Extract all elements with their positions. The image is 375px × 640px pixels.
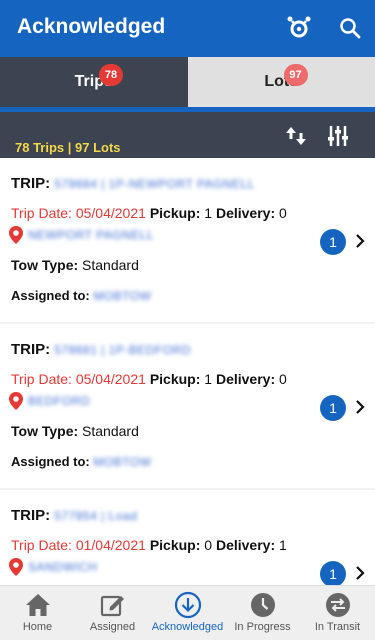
location-name: BEDFORD [28, 394, 91, 408]
nav-home-label: Home [22, 621, 53, 633]
tow-type-line: Tow Type: Standard [11, 423, 139, 439]
location-pin-icon [9, 392, 23, 410]
location-pin-icon [9, 558, 23, 576]
assigned-label: Assigned to: [11, 454, 90, 469]
trip-date-line: Trip Date: 05/04/2021 Pickup: 1 Delivery… [11, 371, 287, 387]
nav-acknowledged[interactable]: Acknowledged [150, 586, 225, 640]
delivery-value: 0 [279, 371, 287, 387]
pickup-value: 1 [204, 205, 213, 221]
trip-id-line: TRIP: 578684 | 1P-NEWPORT PAGNELL [11, 175, 255, 192]
trip-date-label: Trip Date: [11, 205, 72, 221]
tab-trips-badge: 78 [99, 64, 123, 86]
chevron-right-icon[interactable] [354, 399, 366, 415]
tow-type-line: Tow Type: Standard [11, 257, 139, 273]
assigned-value: MOBTOW [93, 289, 152, 303]
delivery-label: Delivery: [215, 371, 276, 387]
chevron-right-icon[interactable] [354, 233, 366, 249]
trip-date-label: Trip Date: [11, 371, 72, 387]
search-icon[interactable] [335, 13, 365, 43]
nav-assigned-label: Assigned [89, 621, 136, 633]
summary-count: 78 Trips | 97 Lots [15, 140, 121, 155]
tow-type-label: Tow Type: [11, 257, 79, 273]
swap-icon [325, 592, 351, 618]
nav-acknowledged-label: Acknowledged [151, 621, 224, 633]
trip-label: TRIP: [11, 507, 51, 524]
lot-count-badge: 1 [320, 229, 346, 255]
delivery-label: Delivery: [215, 205, 276, 221]
nav-in-transit-label: In Transit [314, 621, 361, 633]
nav-in-progress[interactable]: In Progress [225, 586, 300, 640]
bottom-nav: Home Assigned Acknowledged In Progress I… [0, 585, 375, 640]
tow-type-value: Standard [82, 423, 139, 439]
trip-label: TRIP: [11, 341, 51, 358]
trip-date-label: Trip Date: [11, 537, 72, 553]
pickup-label: Pickup: [149, 205, 201, 221]
trip-date-value: 05/04/2021 [75, 371, 146, 387]
location-line: BEDFORD [9, 392, 90, 410]
filter-sliders-icon[interactable] [325, 123, 351, 149]
trip-date-value: 05/04/2021 [75, 205, 146, 221]
home-icon [25, 592, 51, 618]
sort-icon[interactable] [283, 123, 309, 149]
nav-home[interactable]: Home [0, 586, 75, 640]
tow-type-value: Standard [82, 257, 139, 273]
page-title: Acknowledged [17, 15, 166, 38]
nav-in-transit[interactable]: In Transit [300, 586, 375, 640]
tab-lots[interactable]: Lots 97 [187, 57, 375, 112]
assigned-line: Assigned to: MOBTOW [11, 454, 151, 469]
trip-date-value: 01/04/2021 [75, 537, 146, 553]
nav-assigned[interactable]: Assigned [75, 586, 150, 640]
tab-trips[interactable]: Trips 78 [0, 57, 188, 112]
assigned-line: Assigned to: MOBTOW [11, 288, 151, 303]
lot-count-badge: 1 [320, 561, 346, 585]
delivery-value: 0 [279, 205, 287, 221]
location-name: SANDWICH [28, 560, 98, 574]
delivery-value: 1 [279, 537, 287, 553]
trip-id: 578681 | 1P-BEDFORD [54, 343, 192, 357]
pickup-label: Pickup: [149, 371, 201, 387]
lot-count-badge: 1 [320, 395, 346, 421]
trip-date-line: Trip Date: 01/04/2021 Pickup: 0 Delivery… [11, 537, 287, 553]
trip-list: TRIP: 578684 | 1P-NEWPORT PAGNELL Trip D… [0, 158, 375, 585]
location-line: SANDWICH [9, 558, 97, 576]
delivery-label: Delivery: [215, 537, 276, 553]
trip-date-line: Trip Date: 05/04/2021 Pickup: 1 Delivery… [11, 205, 287, 221]
trip-card[interactable]: TRIP: 578684 | 1P-NEWPORT PAGNELL Trip D… [0, 158, 375, 322]
assigned-label: Assigned to: [11, 288, 90, 303]
trip-card[interactable]: TRIP: 578681 | 1P-BEDFORD Trip Date: 05/… [0, 324, 375, 488]
tow-type-label: Tow Type: [11, 423, 79, 439]
trip-id-line: TRIP: 577854 | Load [11, 507, 137, 524]
clock-icon [250, 592, 276, 618]
location-line: NEWPORT PAGNELL [9, 226, 154, 244]
edit-icon [100, 592, 126, 618]
trip-card[interactable]: TRIP: 577854 | Load Trip Date: 01/04/202… [0, 490, 375, 585]
pickup-value: 0 [204, 537, 213, 553]
location-name: NEWPORT PAGNELL [28, 228, 155, 242]
accessibility-icon[interactable] [284, 13, 314, 43]
chevron-right-icon[interactable] [354, 565, 366, 581]
download-circle-icon [174, 591, 202, 619]
location-pin-icon [9, 226, 23, 244]
summary-bar: 78 Trips | 97 Lots [0, 112, 375, 158]
trip-id-line: TRIP: 578681 | 1P-BEDFORD [11, 341, 191, 358]
assigned-value: MOBTOW [93, 455, 152, 469]
nav-in-progress-label: In Progress [234, 621, 291, 633]
trip-id: 577854 | Load [54, 509, 138, 523]
trip-label: TRIP: [11, 175, 51, 192]
pickup-label: Pickup: [149, 537, 201, 553]
trip-id: 578684 | 1P-NEWPORT PAGNELL [54, 177, 256, 191]
pickup-value: 1 [204, 371, 213, 387]
tab-bar: Trips 78 Lots 97 [0, 57, 375, 112]
app-bar: Acknowledged [0, 0, 375, 57]
tab-lots-badge: 97 [283, 64, 308, 86]
